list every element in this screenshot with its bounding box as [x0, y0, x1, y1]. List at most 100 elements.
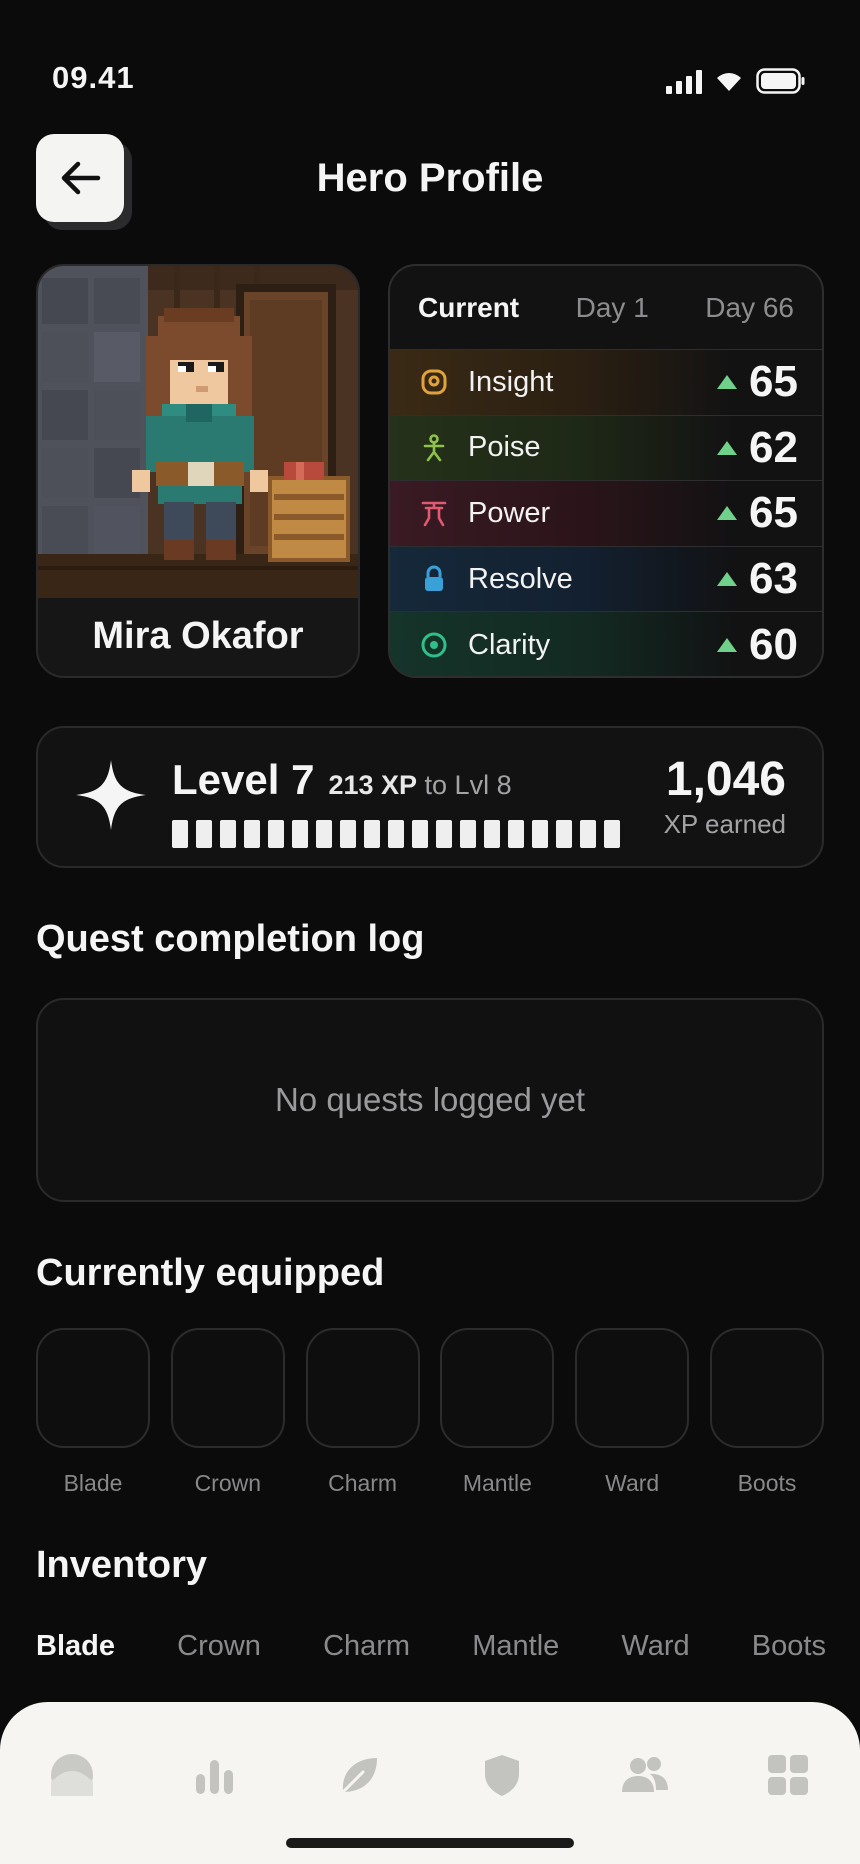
xp-progress-segment	[196, 820, 212, 848]
sparkle-icon	[76, 760, 146, 830]
stat-value: 65	[749, 357, 798, 407]
home-icon	[51, 1754, 93, 1796]
equip-slot-ward[interactable]: Ward	[575, 1328, 690, 1497]
xp-to-next-level: 213 XP to Lvl 8	[328, 770, 511, 801]
bottom-nav-items	[36, 1750, 824, 1800]
nav-shield[interactable]	[466, 1750, 538, 1800]
xp-progress-segment	[436, 820, 452, 848]
equip-slot-label: Blade	[63, 1470, 123, 1496]
equip-slot-box[interactable]	[170, 1328, 285, 1448]
inventory-tab-boots[interactable]: Boots	[752, 1630, 826, 1663]
stat-label: Clarity	[468, 628, 551, 661]
inventory-title: Inventory	[36, 1544, 208, 1586]
equip-slot-box[interactable]	[575, 1328, 690, 1448]
equip-slot-label: Crown	[194, 1470, 262, 1496]
xp-total-value: 1,046	[665, 753, 786, 806]
stat-value: 65	[749, 488, 798, 538]
equip-slot-label: Mantle	[462, 1470, 532, 1496]
stat-label: Resolve	[468, 562, 573, 595]
inventory-tabs: Blade Crown Charm Mantle Ward Boots	[36, 1630, 826, 1663]
equip-slot-box[interactable]	[440, 1328, 555, 1448]
xp-progress-segment	[532, 820, 548, 848]
stat-value: 60	[749, 620, 798, 670]
nav-grid[interactable]	[752, 1750, 824, 1800]
hero-card: Mira Okafor	[36, 264, 360, 678]
stat-row-clarity: Clarity 60	[390, 612, 822, 676]
inventory-tab-crown[interactable]: Crown	[177, 1630, 261, 1663]
equip-slot-label: Charm	[328, 1470, 398, 1496]
stat-label: Insight	[468, 365, 554, 398]
stats-icon	[196, 1760, 234, 1794]
equip-slot-charm[interactable]: Charm	[305, 1328, 420, 1497]
inventory-tab-mantle[interactable]: Mantle	[472, 1630, 559, 1663]
equip-slot-crown[interactable]: Crown	[170, 1328, 285, 1497]
stat-row-power: Power 65	[390, 481, 822, 547]
xp-progress-segment	[388, 820, 404, 848]
xp-progress-segment	[268, 820, 284, 848]
up-arrow-icon	[717, 638, 738, 653]
equip-slot-box[interactable]	[36, 1328, 150, 1448]
nav-stats[interactable]	[179, 1750, 251, 1800]
inventory-tab-blade[interactable]: Blade	[36, 1630, 115, 1663]
nav-home[interactable]	[36, 1750, 108, 1800]
stat-row-poise: Poise 62	[390, 415, 822, 482]
level-title: Level 7 213 XP to Lvl 8	[172, 756, 512, 804]
hero-profile-screen: 09.41 Hero Profile Mira Okafor Current D…	[0, 0, 860, 1864]
xp-progress-segment	[244, 820, 260, 848]
stats-tabs: Current Day 1 Day 66	[390, 266, 822, 350]
xp-total-label: XP earned	[663, 809, 786, 839]
stat-label: Poise	[468, 431, 541, 464]
nav-friends[interactable]	[609, 1750, 681, 1800]
stat-label: Power	[468, 496, 551, 529]
equip-slot-label: Ward	[605, 1470, 660, 1496]
up-arrow-icon	[717, 375, 738, 390]
equip-slot-mantle[interactable]: Mantle	[440, 1328, 555, 1497]
xp-progress-segment	[580, 820, 596, 848]
tab-current[interactable]: Current	[418, 292, 519, 324]
stats-card: Current Day 1 Day 66 Insight 65 Poise 62…	[388, 264, 824, 678]
up-arrow-icon	[717, 572, 738, 587]
battery-icon	[756, 68, 805, 94]
equip-slot-box[interactable]	[709, 1328, 824, 1448]
xp-total: 1,046 XP earned	[664, 752, 786, 840]
stat-value: 63	[749, 554, 798, 604]
nav-leaf[interactable]	[322, 1750, 394, 1800]
equip-slot-blade[interactable]: Blade	[36, 1328, 150, 1497]
xp-progress-segment	[220, 820, 236, 848]
hero-name: Mira Okafor	[92, 615, 304, 657]
equipped-title: Currently equipped	[36, 1252, 385, 1294]
person-icon	[418, 432, 450, 464]
xp-progress-bar	[172, 820, 620, 848]
leaf-icon	[341, 1758, 378, 1794]
level-label: Level 7	[172, 756, 315, 803]
status-icons	[666, 68, 806, 94]
xp-progress-segment	[484, 820, 500, 848]
signal-icon	[666, 68, 702, 94]
xp-progress-segment	[412, 820, 428, 848]
bottom-nav	[0, 1702, 860, 1864]
equip-slot-label: Boots	[737, 1470, 797, 1496]
equip-slot-box[interactable]	[305, 1328, 420, 1448]
inventory-tab-ward[interactable]: Ward	[621, 1630, 689, 1663]
tab-day-1[interactable]: Day 1	[576, 292, 649, 324]
inventory-tab-charm[interactable]: Charm	[323, 1630, 410, 1663]
up-arrow-icon	[717, 506, 738, 521]
up-arrow-icon	[717, 440, 738, 455]
wifi-icon	[717, 73, 741, 91]
xp-progress-segment	[292, 820, 308, 848]
grid-icon	[767, 1755, 808, 1795]
xp-progress-segment	[172, 820, 188, 848]
xp-progress-segment	[364, 820, 380, 848]
friends-icon	[621, 1757, 668, 1792]
tab-day-66[interactable]: Day 66	[705, 292, 794, 324]
level-card: Level 7 213 XP to Lvl 8 1,046 XP earned	[36, 726, 824, 868]
stat-value: 62	[749, 422, 798, 472]
insight-icon	[418, 366, 450, 398]
xp-needed: 213 XP	[328, 770, 418, 800]
target-icon	[418, 629, 450, 661]
home-indicator	[286, 1838, 574, 1848]
power-icon	[418, 497, 450, 529]
equip-slot-boots[interactable]: Boots	[709, 1328, 824, 1497]
page-title: Hero Profile	[316, 156, 544, 200]
stat-row-insight: Insight 65	[390, 350, 822, 416]
